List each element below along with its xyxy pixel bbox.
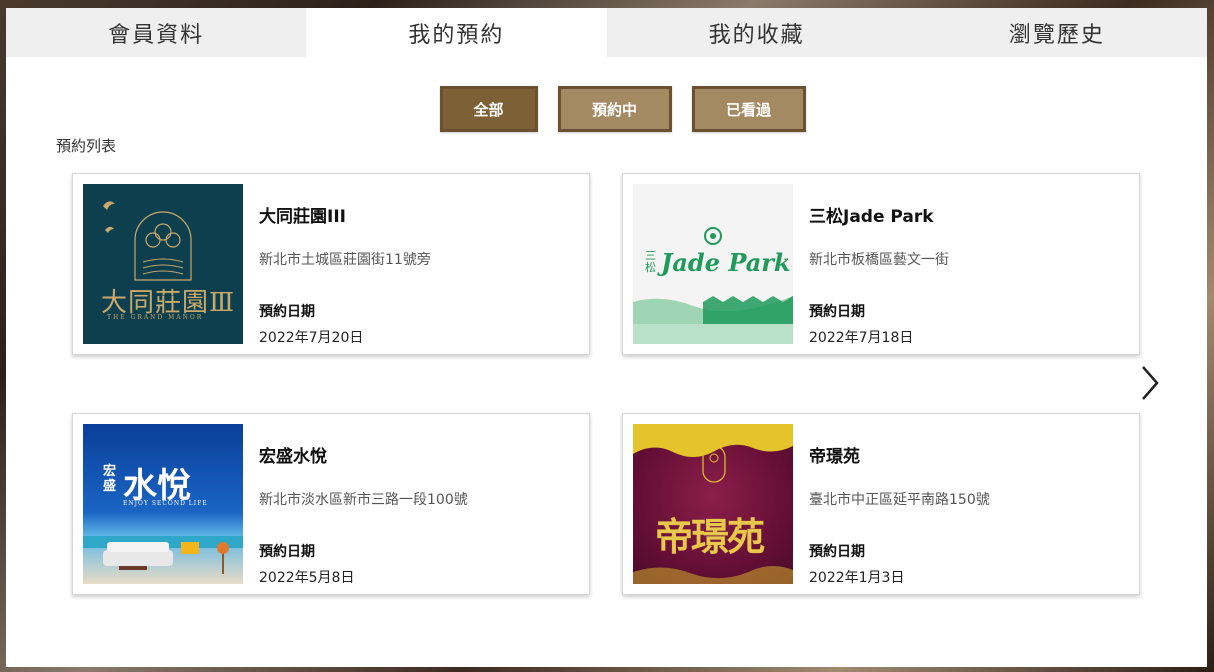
reservation-date-label: 預約日期 xyxy=(259,544,315,560)
project-title: 三松Jade Park xyxy=(809,207,934,227)
list-heading: 預約列表 xyxy=(56,137,117,155)
logo-subtext: THE GRAND MANOR xyxy=(107,314,204,321)
reservation-card[interactable]: 宏盛 水悅 ENJOY SECOND LIFE 宏盛水悅 新北市淡水區新市三路一… xyxy=(72,413,590,595)
project-address: 新北市淡水區新市三路一段100號 xyxy=(259,492,468,508)
filter-booking-button[interactable]: 預約中 xyxy=(557,86,672,132)
logo-subtext: ENJOY SECOND LIFE xyxy=(123,500,208,507)
project-title: 帝璟苑 xyxy=(809,447,860,467)
reservation-date: 2022年7月18日 xyxy=(809,330,914,346)
project-address: 新北市板橋區藝文一街 xyxy=(809,252,949,268)
logo-text: Jade Park xyxy=(661,248,791,277)
card-body: 大同莊園III 新北市土城區莊園街11號旁 預約日期 2022年7月20日 xyxy=(259,202,579,347)
project-address: 臺北市中正區延平南路150號 xyxy=(809,492,990,508)
project-title: 宏盛水悅 xyxy=(259,447,327,467)
chevron-right-icon[interactable] xyxy=(1137,363,1163,403)
tab-browsing-history[interactable]: 瀏覽歷史 xyxy=(906,8,1207,57)
filter-bar: 全部 預約中 已看過 xyxy=(6,86,1207,132)
tab-my-favorites[interactable]: 我的收藏 xyxy=(606,8,907,57)
project-title: 大同莊園III xyxy=(259,207,346,227)
filter-all-button[interactable]: 全部 xyxy=(439,86,538,132)
reservation-card[interactable]: 三松 Jade Park 三松Jade Park 新北市板橋區藝文一街 預約日期… xyxy=(622,173,1140,355)
project-logo-image: 三松 Jade Park xyxy=(633,184,793,344)
reservation-date-label: 預約日期 xyxy=(809,304,865,320)
project-address: 新北市土城區莊園街11號旁 xyxy=(259,252,431,268)
reservation-date: 2022年5月8日 xyxy=(259,570,355,586)
card-body: 宏盛水悅 新北市淡水區新市三路一段100號 預約日期 2022年5月8日 xyxy=(259,442,579,587)
card-body: 三松Jade Park 新北市板橋區藝文一街 預約日期 2022年7月18日 xyxy=(809,202,1129,347)
reservation-card[interactable]: 大同莊園Ⅲ THE GRAND MANOR 大同莊園III 新北市土城區莊園街1… xyxy=(72,173,590,355)
member-panel: 會員資料 我的預約 我的收藏 瀏覽歷史 全部 預約中 已看過 預約列表 大同莊園… xyxy=(6,8,1207,667)
logo-text: 帝璟苑 xyxy=(655,514,765,559)
project-logo-image: 大同莊園Ⅲ THE GRAND MANOR xyxy=(83,184,243,344)
reservation-date-label: 預約日期 xyxy=(259,304,315,320)
reservation-card[interactable]: 帝璟苑 帝璟苑 臺北市中正區延平南路150號 預約日期 2022年1月3日 xyxy=(622,413,1140,595)
tab-bar: 會員資料 我的預約 我的收藏 瀏覽歷史 xyxy=(6,8,1207,57)
logo-prefix: 宏盛 xyxy=(103,464,117,494)
reservation-date: 2022年7月20日 xyxy=(259,330,364,346)
filter-viewed-button[interactable]: 已看過 xyxy=(691,86,806,132)
reservation-date: 2022年1月3日 xyxy=(809,570,905,586)
tab-my-reservations[interactable]: 我的預約 xyxy=(306,8,607,57)
logo-prefix: 三松 xyxy=(645,249,656,274)
project-logo-image: 宏盛 水悅 ENJOY SECOND LIFE xyxy=(83,424,243,584)
project-logo-image: 帝璟苑 xyxy=(633,424,793,584)
card-body: 帝璟苑 臺北市中正區延平南路150號 預約日期 2022年1月3日 xyxy=(809,442,1129,587)
reservation-date-label: 預約日期 xyxy=(809,544,865,560)
tab-member-info[interactable]: 會員資料 xyxy=(6,8,307,57)
